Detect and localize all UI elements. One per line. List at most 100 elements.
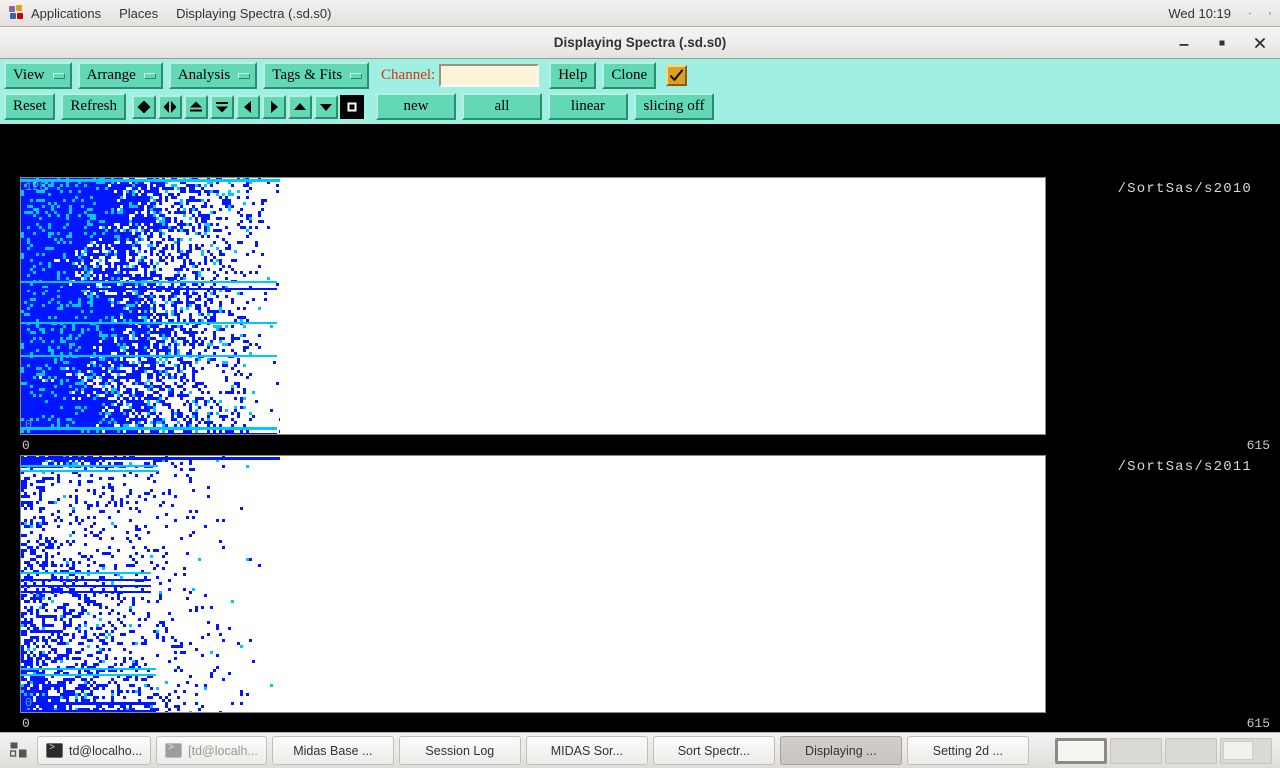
chevron-down-icon <box>238 72 251 79</box>
menu-analysis-label: Analysis <box>177 67 231 83</box>
terminal-icon <box>46 743 63 758</box>
down-icon[interactable] <box>313 94 338 119</box>
terminal-icon <box>165 743 183 758</box>
taskbar-item-2-label: Midas Base ... <box>293 743 373 758</box>
menu-tags-and-fits-label: Tags & Fits <box>272 67 343 83</box>
taskbar-item-0[interactable]: td@localho... <box>37 736 152 765</box>
taskbar-item-6-label: Displaying ... <box>805 743 877 758</box>
new-label: new <box>403 98 429 114</box>
toolbar-row-actions: Reset Refresh new all linear slicing off <box>4 92 1280 121</box>
left-icon[interactable] <box>235 94 260 119</box>
top-icon[interactable] <box>183 94 208 119</box>
window-control-buttons <box>1172 27 1272 59</box>
scale-mode-label: linear <box>570 98 606 114</box>
spectrum-2-xmin: 0 <box>22 716 30 731</box>
workspace-1[interactable] <box>1055 737 1107 764</box>
new-button[interactable]: new <box>375 93 456 120</box>
menu-tags-and-fits[interactable]: Tags & Fits <box>263 62 370 89</box>
application-window: Displaying Spectra (.sd.s0) View Arrange <box>0 27 1280 759</box>
spectrum-1-xmax: 615 <box>1246 438 1270 453</box>
spectrum-1-xaxis: 0 615 <box>0 437 1280 456</box>
places-menu[interactable]: Places <box>110 0 167 26</box>
chevron-down-icon <box>143 72 156 79</box>
spectrum-2-xmax: 615 <box>1246 716 1270 731</box>
spectrum-plot-2[interactable]: 0 <box>20 455 1046 713</box>
taskbar-item-1-label: [td@localh... <box>188 743 258 758</box>
help-button[interactable]: Help <box>549 62 597 89</box>
clone-button[interactable]: Clone <box>602 62 657 89</box>
toolbar-row-menus: View Arrange Analysis Tags & Fits Channe… <box>4 61 1280 90</box>
taskbar-item-5[interactable]: Sort Spectr... <box>652 736 775 765</box>
menu-analysis[interactable]: Analysis <box>168 62 258 89</box>
refresh-label: Refresh <box>70 98 117 114</box>
taskbar-item-1[interactable]: [td@localh... <box>156 736 267 765</box>
active-window-label: Displaying Spectra (.sd.s0) <box>176 5 332 21</box>
places-label: Places <box>119 5 159 21</box>
taskbar-item-6[interactable]: Displaying ... <box>779 736 902 765</box>
applications-menu[interactable]: Applications <box>0 0 110 26</box>
speaker-icon[interactable] <box>1240 3 1260 23</box>
slicing-toggle-button[interactable]: slicing off <box>633 93 714 120</box>
workspace-3[interactable] <box>1165 737 1217 764</box>
clone-label: Clone <box>611 67 648 83</box>
expand-horizontal-icon[interactable] <box>157 94 182 119</box>
taskbar-item-0-label: td@localho... <box>69 743 143 758</box>
up-icon[interactable] <box>287 94 312 119</box>
taskbar-item-4[interactable]: MIDAS Sor... <box>525 736 648 765</box>
menu-arrange-label: Arrange <box>86 67 136 83</box>
all-label: all <box>494 98 510 114</box>
taskbar-item-4-label: MIDAS Sor... <box>550 743 623 758</box>
desktop-taskbar: td@localho... [td@localh... Midas Base .… <box>0 732 1280 768</box>
desktop-top-panel: Applications Places Displaying Spectra (… <box>0 0 1280 27</box>
spectrum-1-ymin-label: 0 <box>25 418 33 432</box>
spectrum-1-xmin: 0 <box>22 438 30 453</box>
first-icon[interactable] <box>131 94 156 119</box>
workspace-switcher[interactable] <box>1055 737 1276 764</box>
workspace-4[interactable] <box>1220 737 1272 764</box>
channel-label: Channel: <box>381 67 436 83</box>
toolbar-checkbox[interactable] <box>666 65 688 86</box>
spectrum-panel-2[interactable]: 0 /SortSas/s2011 <box>0 455 1280 716</box>
chevron-down-icon <box>52 72 65 79</box>
right-icon[interactable] <box>261 94 286 119</box>
show-desktop-icon[interactable] <box>4 737 32 765</box>
reset-button[interactable]: Reset <box>4 93 56 120</box>
channel-input[interactable] <box>439 64 540 87</box>
stop-icon[interactable] <box>339 94 364 119</box>
taskbar-item-7-label: Setting 2d ... <box>932 743 1003 758</box>
spectrum-1-name: /SortSas/s2010 <box>1117 181 1252 197</box>
slicing-label: slicing off <box>643 98 705 114</box>
spectra-canvas[interactable]: 128 0 /SortSas/s2010 0 615 0 /SortSas/s2… <box>0 167 1280 734</box>
chevron-down-icon <box>350 72 363 79</box>
clock-label: Wed 10:19 <box>1168 5 1231 21</box>
reset-label: Reset <box>13 98 47 114</box>
maximize-button[interactable] <box>1210 31 1234 55</box>
taskbar-item-7[interactable]: Setting 2d ... <box>906 736 1029 765</box>
menu-arrange[interactable]: Arrange <box>77 62 163 89</box>
spectrum-2-ymin-label: 0 <box>25 696 33 710</box>
spectrum-plot-1[interactable]: 128 0 <box>20 177 1046 435</box>
scale-mode-button[interactable]: linear <box>547 93 628 120</box>
spectrum-2-name: /SortSas/s2011 <box>1117 459 1252 475</box>
active-window-menu[interactable]: Displaying Spectra (.sd.s0) <box>167 0 340 26</box>
applications-icon <box>9 5 25 21</box>
spectrum-bitmap-2 <box>21 456 280 712</box>
workspace-2[interactable] <box>1110 737 1162 764</box>
spectrum-1-ymax-label: 128 <box>25 180 47 194</box>
all-button[interactable]: all <box>461 93 542 120</box>
help-label: Help <box>558 67 588 83</box>
refresh-button[interactable]: Refresh <box>61 93 126 120</box>
close-button[interactable] <box>1248 31 1272 55</box>
spectrum-bitmap-1 <box>21 178 280 434</box>
menu-view[interactable]: View <box>4 62 72 89</box>
bottom-icon[interactable] <box>209 94 234 119</box>
window-titlebar[interactable]: Displaying Spectra (.sd.s0) <box>0 27 1280 59</box>
minimize-button[interactable] <box>1172 31 1196 55</box>
clock[interactable]: Wed 10:19 <box>1159 0 1240 26</box>
battery-charging-icon[interactable] <box>1260 3 1280 23</box>
taskbar-item-3-label: Session Log <box>425 743 495 758</box>
taskbar-item-3[interactable]: Session Log <box>398 736 521 765</box>
taskbar-item-2[interactable]: Midas Base ... <box>271 736 394 765</box>
spectrum-panel-1[interactable]: 128 0 /SortSas/s2010 <box>0 177 1280 438</box>
main-toolbar: View Arrange Analysis Tags & Fits Channe… <box>0 59 1280 125</box>
